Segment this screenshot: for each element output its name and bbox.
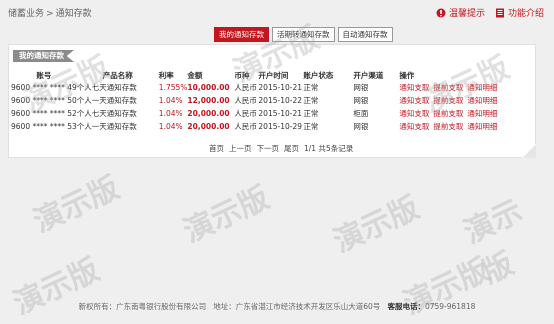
cell-product: 个人一天通知存款 — [76, 96, 137, 105]
notice-withdraw-link[interactable]: 通知支取 — [399, 122, 429, 131]
pager-last[interactable]: 尾页 — [284, 143, 299, 154]
cell-channel: 网银 — [353, 96, 369, 105]
cell-open-date: 2015-10-22 — [258, 96, 302, 105]
cell-status: 正常 — [303, 109, 319, 118]
cell-amount: 20,000.00 — [187, 122, 230, 131]
tab-my-notice-deposit[interactable]: 我的通知存款 — [214, 27, 269, 42]
breadcrumb-separator: > — [46, 9, 54, 19]
pager-first[interactable]: 首页 — [209, 143, 224, 154]
section-title: 我的通知存款 — [13, 50, 74, 62]
notice-detail-link[interactable]: 通知明细 — [467, 83, 497, 92]
col-operations: 操作 — [399, 70, 415, 80]
col-amount: 金额 — [187, 70, 203, 80]
footer-owner: 新权所有：广东南粤银行股份有限公司 — [78, 302, 207, 311]
cell-rate: 1.04% — [158, 122, 183, 131]
cell-amount: 12,000.00 — [187, 96, 230, 105]
watermark: 演示版 — [28, 170, 125, 241]
cell-rate: 1.04% — [158, 109, 183, 118]
cell-open-date: 2015-10-29 — [258, 122, 302, 131]
cell-rate: 1.755% — [158, 83, 188, 92]
col-rate: 利率 — [158, 70, 174, 80]
footer-address: 地址：广东省湛江市经济技术开发区乐山大道60号 — [213, 302, 381, 311]
top-links: 温馨提示 功能介绍 — [436, 6, 544, 19]
table-row: 9600 **** **** 53 个人一天通知存款 1.04% 20,000.00 人… — [11, 120, 509, 133]
cell-open-date: 2015-10-21 — [258, 83, 302, 92]
bulb-icon — [436, 8, 446, 17]
col-product: 产品名称 — [102, 70, 133, 80]
tab-bar: 我的通知存款 活期转通知存款 自动通知存款 — [214, 27, 393, 42]
cell-account: 9600 **** **** 53 — [11, 122, 77, 131]
cell-currency: 人民币 — [234, 96, 257, 105]
help-link[interactable]: 功能介绍 — [495, 6, 544, 19]
pager-next[interactable]: 下一页 — [257, 143, 280, 154]
cell-open-date: 2015-10-21 — [258, 109, 302, 118]
cell-currency: 人民币 — [234, 83, 257, 92]
watermark: 演示版 — [328, 190, 425, 261]
footer-phone: 0759-961818 — [424, 302, 476, 311]
pager-info: 1/1 共5条记录 — [304, 144, 354, 153]
early-withdraw-link[interactable]: 提前支取 — [433, 83, 463, 92]
col-open-date: 开户时间 — [258, 70, 289, 80]
watermark: 演示版 — [178, 180, 275, 251]
cell-rate: 1.04% — [158, 96, 183, 105]
header: 储蓄业务 > 通知存款 温馨提示 功能介绍 — [0, 0, 554, 24]
notice-withdraw-link[interactable]: 通知支取 — [399, 83, 429, 92]
early-withdraw-link[interactable]: 提前支取 — [433, 122, 463, 131]
tab-current-to-notice[interactable]: 活期转通知存款 — [272, 27, 335, 42]
cell-product: 个人一天通知存款 — [76, 122, 137, 131]
col-status: 账户状态 — [303, 70, 334, 80]
cell-product: 个人七天通知存款 — [76, 109, 137, 118]
footer: 新权所有：广东南粤银行股份有限公司 地址：广东省湛江市经济技术开发区乐山大道60… — [0, 301, 554, 312]
table-header-row: 账号 产品名称 利率 金额 币种 开户时间 账户状态 开户渠道 操作 — [11, 69, 509, 81]
tip-link[interactable]: 温馨提示 — [436, 6, 485, 19]
cell-product: 个人七天通知存款 — [76, 83, 137, 92]
cell-amount: 10,000.00 — [187, 83, 230, 92]
early-withdraw-link[interactable]: 提前支取 — [433, 96, 463, 105]
cell-status: 正常 — [303, 83, 319, 92]
col-channel: 开户渠道 — [353, 70, 384, 80]
tab-auto-notice[interactable]: 自动通知存款 — [337, 27, 393, 42]
col-currency: 币种 — [234, 70, 250, 80]
notice-withdraw-link[interactable]: 通知支取 — [399, 96, 429, 105]
table-row: 9600 **** **** 49 个人七天通知存款 1.755% 10,000.00… — [11, 81, 509, 94]
cell-account: 9600 **** **** 50 — [11, 96, 77, 105]
cell-currency: 人民币 — [234, 109, 257, 118]
notice-detail-link[interactable]: 通知明细 — [467, 109, 497, 118]
notice-detail-link[interactable]: 通知明细 — [467, 122, 497, 131]
cell-operations: 通知支取 提前支取 通知明细 — [399, 120, 509, 133]
cell-channel: 柜面 — [353, 109, 369, 118]
breadcrumb: 储蓄业务 > 通知存款 — [8, 6, 92, 19]
cell-operations: 通知支取 提前支取 通知明细 — [399, 94, 509, 107]
col-account: 账号 — [36, 70, 52, 80]
watermark: 演示版 — [458, 193, 528, 291]
cell-channel: 网银 — [353, 122, 369, 131]
notice-withdraw-link[interactable]: 通知支取 — [399, 109, 429, 118]
notice-detail-link[interactable]: 通知明细 — [467, 96, 497, 105]
tip-link-label: 温馨提示 — [448, 9, 485, 19]
breadcrumb-current: 通知存款 — [55, 9, 92, 19]
page-curl-decoration — [522, 144, 536, 158]
cell-channel: 网银 — [353, 83, 369, 92]
book-icon — [495, 8, 504, 17]
cell-status: 正常 — [303, 96, 319, 105]
cell-operations: 通知支取 提前支取 通知明细 — [399, 81, 509, 94]
cell-operations: 通知支取 提前支取 通知明细 — [399, 107, 509, 120]
cell-account: 9600 **** **** 49 — [11, 83, 77, 92]
cell-currency: 人民币 — [234, 122, 257, 131]
pager-prev[interactable]: 上一页 — [229, 143, 252, 154]
deposit-panel: 我的通知存款 账号 产品名称 利率 金额 币种 开户时间 账户状态 开户渠道 操… — [8, 44, 536, 158]
breadcrumb-root[interactable]: 储蓄业务 — [8, 9, 44, 19]
deposit-table: 账号 产品名称 利率 金额 币种 开户时间 账户状态 开户渠道 操作 9600 … — [11, 69, 509, 133]
footer-phone-label: 客服电话： — [387, 302, 425, 311]
table-row: 9600 **** **** 50 个人一天通知存款 1.04% 12,000.00 人… — [11, 94, 509, 107]
help-link-label: 功能介绍 — [507, 9, 544, 19]
cell-account: 9600 **** **** 52 — [11, 109, 77, 118]
cell-amount: 20,000.00 — [187, 109, 230, 118]
table-row: 9600 **** **** 52 个人七天通知存款 1.04% 20,000.00 人… — [11, 107, 509, 120]
pager: 首页 上一页 下一页 尾页 1/1 共5条记录 — [209, 143, 353, 154]
early-withdraw-link[interactable]: 提前支取 — [433, 109, 463, 118]
cell-status: 正常 — [303, 122, 319, 131]
